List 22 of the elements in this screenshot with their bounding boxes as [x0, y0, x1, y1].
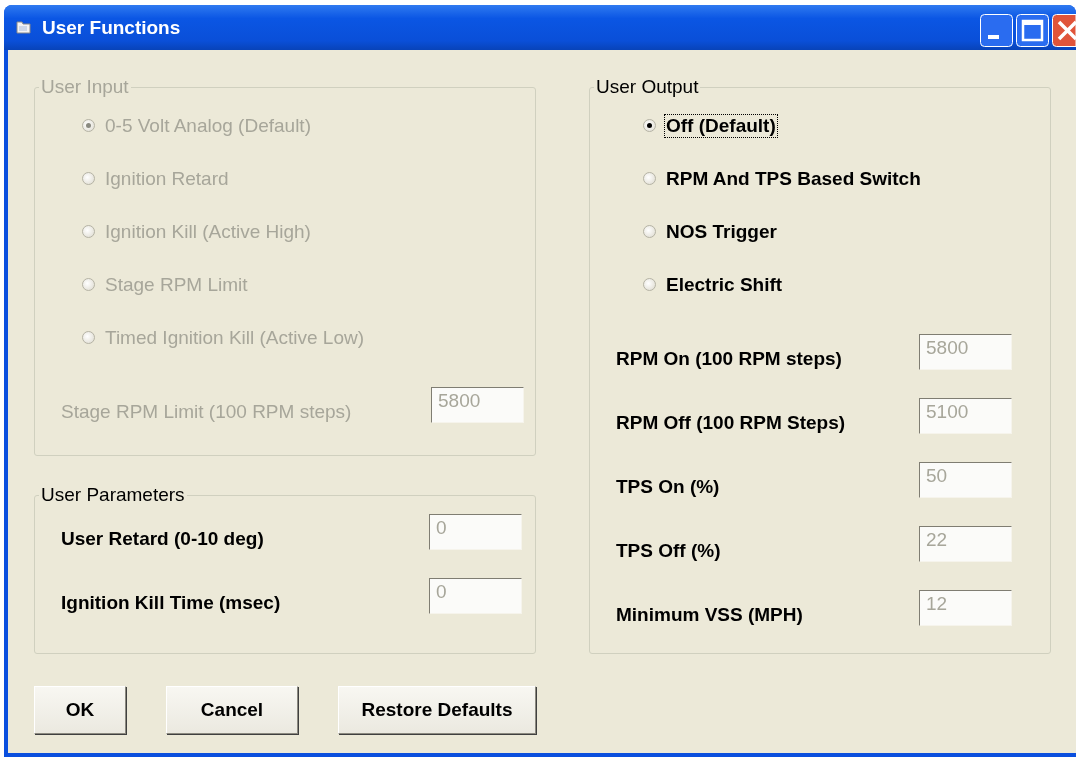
- maximize-icon[interactable]: [1016, 14, 1049, 47]
- app-icon: [16, 19, 32, 36]
- close-icon[interactable]: [1052, 14, 1076, 47]
- field-label: Ignition Kill Time (msec): [61, 592, 282, 615]
- dialog-button[interactable]: OK: [34, 686, 126, 734]
- radio-option[interactable]: NOS Trigger: [643, 218, 779, 245]
- minimize-icon[interactable]: [980, 14, 1013, 47]
- radio-option[interactable]: RPM And TPS Based Switch: [643, 165, 923, 192]
- field-label: User Retard (0-10 deg): [61, 528, 265, 551]
- group-title: User Output: [595, 76, 700, 98]
- group-title: User Parameters: [40, 484, 186, 506]
- dialog-button[interactable]: Cancel: [166, 686, 298, 734]
- field-label: RPM Off (100 RPM Steps): [616, 412, 847, 435]
- field-label: RPM On (100 RPM steps): [616, 348, 843, 371]
- group-title: User Input: [40, 76, 130, 98]
- radio-option[interactable]: Electric Shift: [643, 271, 785, 298]
- dialog-button[interactable]: Restore Defaults: [338, 686, 536, 734]
- field-label: Stage RPM Limit (100 RPM steps): [61, 401, 353, 424]
- field-label: TPS On (%): [616, 476, 721, 499]
- field-label: TPS Off (%): [616, 540, 722, 563]
- field-label: Minimum VSS (MPH): [616, 604, 804, 627]
- window-title: User Functions: [42, 16, 182, 39]
